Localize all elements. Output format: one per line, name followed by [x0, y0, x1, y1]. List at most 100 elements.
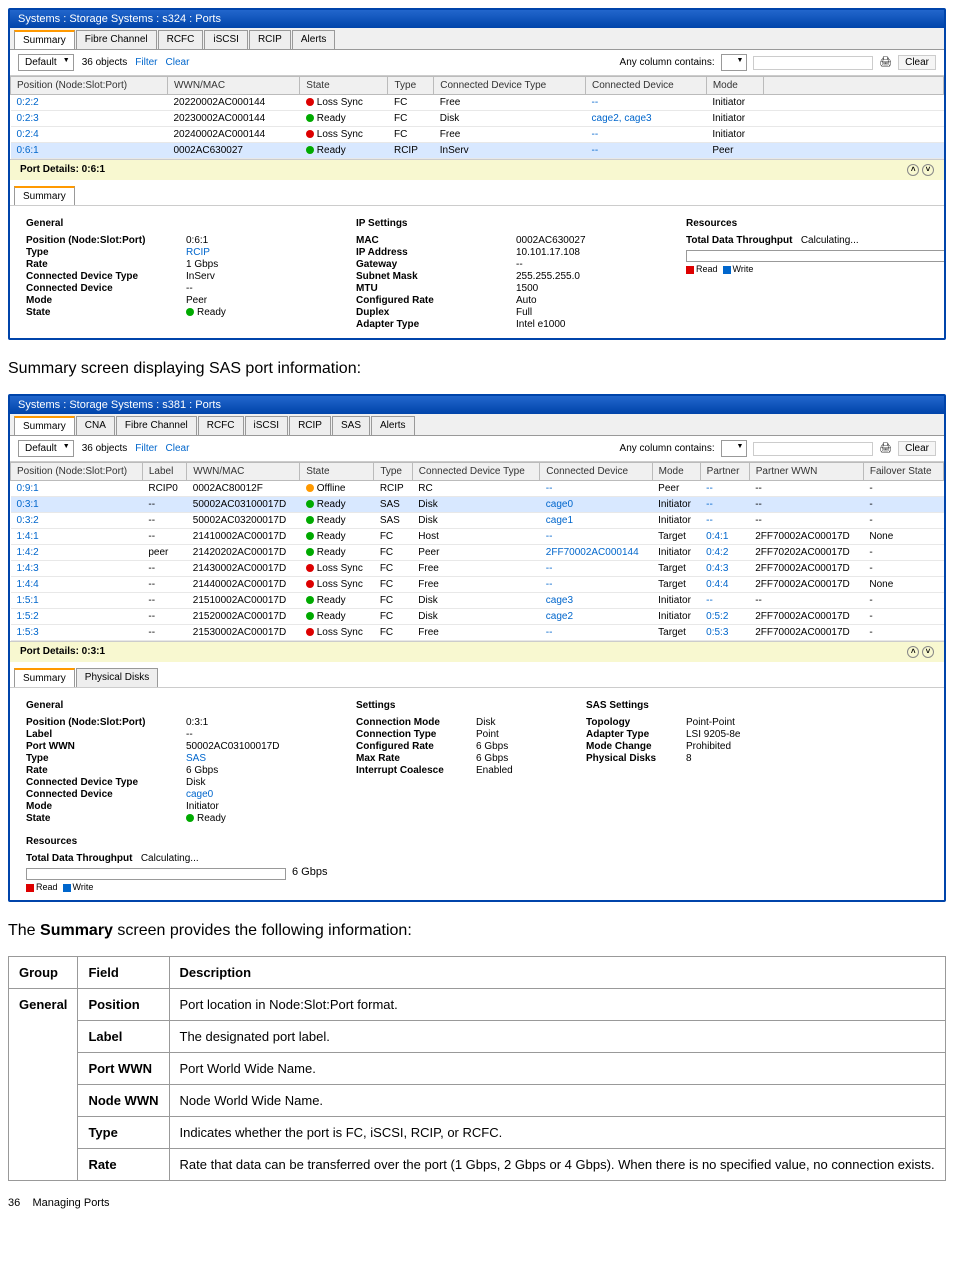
port-details-title: Port Details: 0:6:1 [20, 164, 105, 176]
print-icon[interactable]: 🖨 [879, 57, 892, 68]
throughput-label: Total Data Throughput [686, 235, 792, 246]
col-cdt[interactable]: Connected Device Type [434, 77, 586, 95]
col-state[interactable]: State [300, 77, 388, 95]
doc-col-field: Field [78, 957, 169, 989]
col[interactable]: WWN/MAC [187, 463, 300, 481]
collapse-up-icon[interactable]: ˄ [907, 164, 919, 176]
subtab-summary[interactable]: Summary [14, 186, 75, 205]
write-swatch [63, 884, 71, 892]
tab-rcfc[interactable]: RCFC [198, 416, 244, 435]
clear-button[interactable]: Clear [898, 441, 936, 456]
table-row[interactable]: 0:9:1RCIP00002AC80012FOfflineRCIPRC--Pee… [11, 481, 944, 497]
col[interactable]: Partner [700, 463, 749, 481]
col-position[interactable]: Position (Node:Slot:Port) [11, 77, 168, 95]
doc-col-desc: Description [169, 957, 945, 989]
col[interactable]: Connected Device Type [412, 463, 540, 481]
table-row[interactable]: 1:5:2--21520002AC00017DReadyFCDiskcage2I… [11, 609, 944, 625]
col-mode[interactable]: Mode [706, 77, 763, 95]
anycol-label: Any column contains: [620, 57, 715, 68]
read-swatch [26, 884, 34, 892]
object-count: 36 objects [82, 443, 128, 454]
col-cd[interactable]: Connected Device [586, 77, 707, 95]
table-row[interactable]: 1:4:3--21430002AC00017DLoss SyncFCFree--… [11, 561, 944, 577]
doc-col-group: Group [9, 957, 78, 989]
object-count: 36 objects [82, 57, 128, 68]
table-row[interactable]: 1:4:4--21440002AC00017DLoss SyncFCFree--… [11, 577, 944, 593]
page-footer: 36 Managing Ports [8, 1197, 946, 1209]
subtab-summary[interactable]: Summary [14, 668, 75, 687]
table-row[interactable]: 1:4:1--21410002AC00017DReadyFCHost--Targ… [11, 529, 944, 545]
tab-summary[interactable]: Summary [14, 30, 75, 49]
collapse-up-icon[interactable]: ˄ [907, 646, 919, 658]
tab-rcip[interactable]: RCIP [249, 30, 291, 49]
anycol-dropdown[interactable] [721, 54, 748, 71]
port-details: Port Details: 0:6:1 ˄ ˅ Summary General … [10, 159, 944, 338]
doc-table: Group Field Description GeneralPositionP… [8, 956, 946, 1181]
table-row[interactable]: 0:2:320230002AC000144ReadyFCDiskcage2, c… [11, 111, 944, 127]
tabs: Summary Fibre Channel RCFC iSCSI RCIP Al… [10, 28, 944, 50]
filter-link[interactable]: Filter [135, 57, 157, 68]
general-title: General [26, 218, 316, 229]
table-row[interactable]: 1:5:3--21530002AC00017DLoss SyncFCFree--… [11, 625, 944, 641]
toolbar: Default 36 objects Filter Clear Any colu… [10, 436, 944, 462]
col[interactable]: Failover State [863, 463, 943, 481]
col-wwn[interactable]: WWN/MAC [167, 77, 299, 95]
search-input[interactable] [753, 56, 873, 70]
col[interactable]: Label [142, 463, 186, 481]
subtab-physdisks[interactable]: Physical Disks [76, 668, 158, 687]
table-row[interactable]: 0:3:2--50002AC03200017DReadySASDiskcage1… [11, 513, 944, 529]
col-type[interactable]: Type [388, 77, 434, 95]
tab-fibre-channel[interactable]: Fibre Channel [116, 416, 197, 435]
throughput-bar [26, 868, 286, 880]
col[interactable]: Connected Device [540, 463, 652, 481]
doc-row: RateRate that data can be transferred ov… [9, 1149, 946, 1181]
tab-rcip[interactable]: RCIP [289, 416, 331, 435]
legend: Read Write [26, 882, 928, 892]
collapse-down-icon[interactable]: ˅ [922, 164, 934, 176]
toolbar: Default 36 objects Filter Clear Any colu… [10, 50, 944, 76]
ports-table: Position (Node:Slot:Port)LabelWWN/MACSta… [10, 462, 944, 641]
filter-link[interactable]: Filter [135, 443, 157, 454]
view-dropdown[interactable]: Default [18, 440, 74, 457]
anycol-dropdown[interactable] [721, 440, 748, 457]
tab-summary[interactable]: Summary [14, 416, 75, 435]
general-title: General [26, 700, 316, 711]
table-row[interactable]: 0:2:420240002AC000144Loss SyncFCFree--In… [11, 127, 944, 143]
tab-iscsi[interactable]: iSCSI [245, 416, 289, 435]
table-row[interactable]: 0:2:220220002AC000144Loss SyncFCFree--In… [11, 95, 944, 111]
col[interactable]: Partner WWN [749, 463, 863, 481]
tab-iscsi[interactable]: iSCSI [204, 30, 248, 49]
clear-link[interactable]: Clear [166, 443, 190, 454]
col[interactable]: Type [374, 463, 412, 481]
clear-button[interactable]: Clear [898, 55, 936, 70]
resources-title: Resources [26, 836, 928, 847]
table-row[interactable]: 1:4:2peer21420202AC00017DReadyFCPeer2FF7… [11, 545, 944, 561]
doc-row: Node WWNNode World Wide Name. [9, 1085, 946, 1117]
table-row[interactable]: 0:3:1--50002AC03100017DReadySASDiskcage0… [11, 497, 944, 513]
anycol-label: Any column contains: [620, 443, 715, 454]
tab-rcfc[interactable]: RCFC [158, 30, 204, 49]
clear-link[interactable]: Clear [166, 57, 190, 68]
search-input[interactable] [753, 442, 873, 456]
doc-row: TypeIndicates whether the port is FC, iS… [9, 1117, 946, 1149]
read-swatch [686, 266, 694, 274]
tab-cna[interactable]: CNA [76, 416, 115, 435]
tab-fc[interactable]: Fibre Channel [76, 30, 157, 49]
print-icon[interactable]: 🖨 [879, 443, 892, 454]
tab-sas[interactable]: SAS [332, 416, 370, 435]
col[interactable]: Mode [652, 463, 700, 481]
collapse-down-icon[interactable]: ˅ [922, 646, 934, 658]
tab-alerts[interactable]: Alerts [292, 30, 336, 49]
col[interactable]: State [300, 463, 374, 481]
col[interactable]: Position (Node:Slot:Port) [11, 463, 143, 481]
view-dropdown[interactable]: Default [18, 54, 74, 71]
throughput-rate: 6 Gbps [292, 866, 327, 878]
table-row[interactable]: 0:6:10002AC630027ReadyRCIPInServ--Peer [11, 143, 944, 159]
doc-row: Port WWNPort World Wide Name. [9, 1053, 946, 1085]
port-details: Port Details: 0:3:1 ˄ ˅ Summary Physical… [10, 641, 944, 900]
port-details-title: Port Details: 0:3:1 [20, 646, 105, 658]
table-row[interactable]: 1:5:1--21510002AC00017DReadyFCDiskcage3I… [11, 593, 944, 609]
tab-alerts[interactable]: Alerts [371, 416, 415, 435]
legend: Read Write [686, 264, 946, 274]
titlebar: Systems : Storage Systems : s381 : Ports [10, 396, 944, 414]
